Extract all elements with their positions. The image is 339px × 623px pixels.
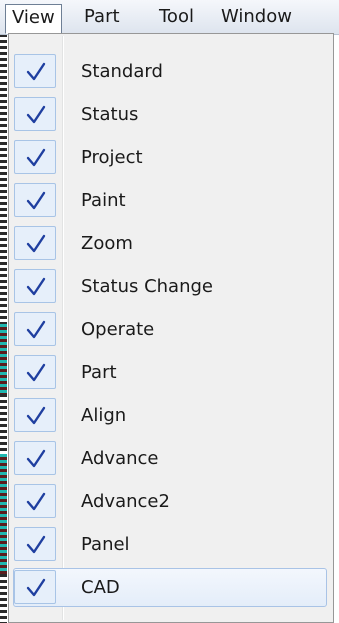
check-icon bbox=[14, 312, 56, 346]
view-menu-dropdown: Standard Status Project Paint Zoom Statu… bbox=[8, 33, 334, 623]
menu-item-part[interactable]: Part bbox=[11, 351, 331, 394]
menu-item-label: Advance2 bbox=[81, 491, 170, 512]
check-icon bbox=[14, 570, 56, 604]
check-icon bbox=[14, 441, 56, 475]
menu-item-label: Status Change bbox=[81, 276, 213, 297]
menu-item-operate[interactable]: Operate bbox=[11, 308, 331, 351]
menu-window[interactable]: Window bbox=[221, 5, 292, 29]
menu-item-label: CAD bbox=[81, 577, 120, 598]
menu-bar: View Part Tool Window bbox=[0, 0, 339, 35]
check-icon bbox=[14, 527, 56, 561]
check-icon bbox=[14, 269, 56, 303]
menu-item-cad[interactable]: CAD bbox=[11, 566, 331, 609]
menu-item-label: Operate bbox=[81, 319, 155, 340]
menu-item-label: Project bbox=[81, 147, 143, 168]
menu-item-status-change[interactable]: Status Change bbox=[11, 265, 331, 308]
menu-item-label: Advance bbox=[81, 448, 159, 469]
check-icon bbox=[14, 484, 56, 518]
menu-item-standard[interactable]: Standard bbox=[11, 50, 331, 93]
menu-view[interactable]: View bbox=[5, 4, 62, 34]
menu-item-project[interactable]: Project bbox=[11, 136, 331, 179]
menu-item-paint[interactable]: Paint bbox=[11, 179, 331, 222]
menu-part[interactable]: Part bbox=[84, 5, 120, 29]
check-icon bbox=[14, 140, 56, 174]
menu-item-label: Paint bbox=[81, 190, 126, 211]
menu-item-label: Align bbox=[81, 405, 127, 426]
menu-item-zoom[interactable]: Zoom bbox=[11, 222, 331, 265]
app-window-edge bbox=[0, 34, 7, 623]
menu-tool[interactable]: Tool bbox=[159, 5, 194, 29]
menu-item-label: Panel bbox=[81, 534, 130, 555]
check-icon bbox=[14, 226, 56, 260]
menu-item-hover-highlight bbox=[13, 568, 327, 607]
check-icon bbox=[14, 97, 56, 131]
check-icon bbox=[14, 355, 56, 389]
menu-item-advance2[interactable]: Advance2 bbox=[11, 480, 331, 523]
menu-item-status[interactable]: Status bbox=[11, 93, 331, 136]
menu-item-align[interactable]: Align bbox=[11, 394, 331, 437]
check-icon bbox=[14, 54, 56, 88]
menu-item-label: Status bbox=[81, 104, 139, 125]
check-icon bbox=[14, 183, 56, 217]
menu-item-panel[interactable]: Panel bbox=[11, 523, 331, 566]
check-icon bbox=[14, 398, 56, 432]
menu-item-label: Part bbox=[81, 362, 117, 383]
menu-item-advance[interactable]: Advance bbox=[11, 437, 331, 480]
menu-item-label: Standard bbox=[81, 61, 163, 82]
menu-item-label: Zoom bbox=[81, 233, 133, 254]
